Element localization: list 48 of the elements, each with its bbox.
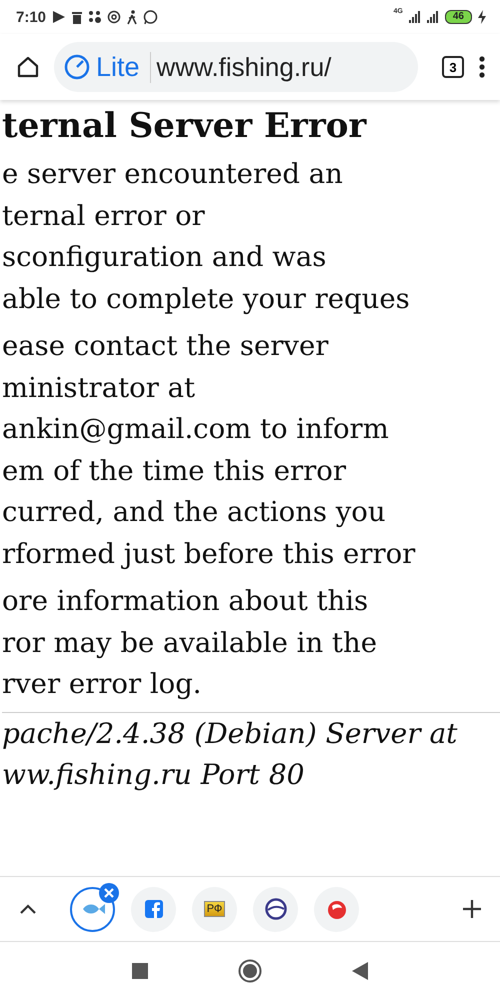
paragraph-line: ministrator at (2, 370, 196, 406)
trash-icon (71, 10, 84, 24)
lite-mode-label: Lite (96, 52, 151, 82)
paragraph-line: ore information about this (2, 584, 370, 619)
signal-icon (426, 11, 439, 23)
speedometer-icon (64, 54, 90, 80)
shortcut-button[interactable]: РФ (192, 886, 237, 932)
shortcut-logo-text: РФ (204, 901, 226, 917)
signal-icon (408, 11, 421, 23)
paragraph-line: ease contact the server (2, 329, 330, 364)
paragraph-line: curred, and the actions you (2, 495, 387, 530)
facebook-icon (144, 900, 162, 918)
chat-icon (143, 10, 158, 24)
oval-logo-icon (264, 898, 286, 920)
dots-icon (88, 10, 102, 24)
walking-icon (126, 10, 138, 24)
page-heading: ternal Server Error (2, 105, 368, 148)
paragraph-line: rver error log. (2, 667, 203, 702)
home-icon[interactable] (16, 55, 40, 79)
server-address-line: pache/2.4.38 (Debian) Server at (2, 716, 458, 752)
fish-icon (80, 902, 104, 916)
shortcut-button[interactable] (253, 886, 298, 932)
back-icon[interactable] (352, 962, 368, 980)
paragraph-line: ternal error or (2, 198, 206, 234)
at-sign-icon (107, 10, 122, 24)
url-text: www.fishing.ru/ (156, 52, 332, 82)
paragraph-line: ankin@gmail.com to inform (2, 412, 390, 447)
tab-count[interactable]: 3 (442, 56, 464, 78)
charging-icon (478, 10, 486, 24)
address-bar[interactable]: Lite www.fishing.ru/ (54, 42, 418, 92)
collapse-icon[interactable] (18, 903, 38, 915)
paragraph-line: rformed just before this error (2, 536, 416, 572)
add-icon[interactable] (462, 899, 482, 919)
paragraph-line: ror may be available in the (2, 626, 378, 660)
shortcut-button[interactable] (131, 886, 176, 932)
battery-level: 46 (444, 10, 472, 24)
status-time: 7:10 (16, 8, 46, 26)
paragraph-line: able to complete your reques (2, 282, 411, 316)
paragraph-line: e server encountered an (2, 157, 344, 192)
close-icon[interactable] (99, 882, 119, 902)
server-address-line: ww.fishing.ru Port 80 (2, 756, 306, 792)
bobber-icon (326, 898, 348, 920)
home-icon[interactable] (238, 959, 262, 983)
paragraph-line: em of the time this error (2, 454, 347, 488)
play-icon (52, 10, 66, 24)
shortcut-button[interactable] (314, 886, 359, 932)
menu-icon[interactable] (478, 55, 486, 79)
paragraph-line: sconfiguration and was (2, 240, 328, 275)
